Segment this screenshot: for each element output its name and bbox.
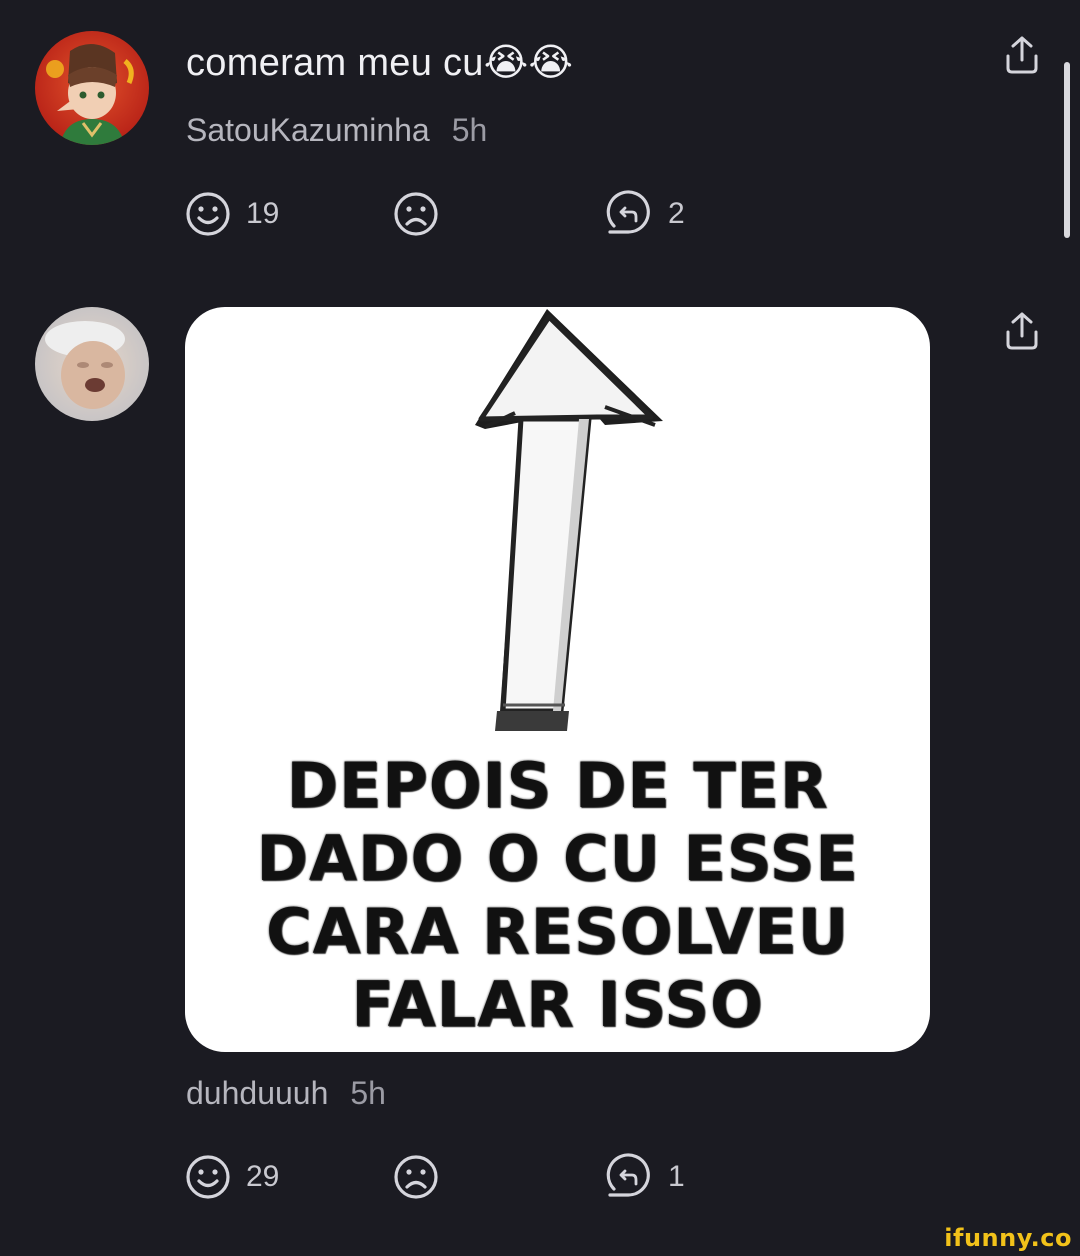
share-icon [1006,312,1038,350]
timestamp: 5h [350,1075,386,1111]
reply-icon [606,190,650,234]
frown-button[interactable] [392,1153,440,1201]
meme-caption-line: FALAR ISSO [351,968,764,1041]
meme-image[interactable]: DEPOIS DE TER DADO O CU ESSE CARA RESOLV… [185,307,930,1052]
frown-icon [394,192,438,236]
avatar-image [35,31,149,145]
comment-text-body: comeram meu cu [186,42,484,84]
smile-button[interactable]: 19 [184,190,279,238]
share-button[interactable] [1002,34,1042,78]
meme-caption-line: CARA RESOLVEU [266,895,849,968]
reply-count: 2 [668,197,685,230]
ifunny-watermark: ifunny.co [944,1224,1072,1252]
timestamp: 5h [451,112,488,148]
comment-meta: SatouKazuminha 5h [186,112,487,149]
frown-button[interactable] [392,190,440,238]
reply-button[interactable]: 2 [604,190,685,238]
smile-count: 19 [246,197,280,230]
avatar-image [35,307,149,421]
meme-caption-line: DADO O CU ESSE [256,822,859,895]
share-button[interactable] [1002,310,1042,354]
username[interactable]: SatouKazuminha [186,112,430,148]
avatar[interactable] [35,307,149,421]
frown-icon [394,1155,438,1199]
meme-caption: DEPOIS DE TER DADO O CU ESSE CARA RESOLV… [185,749,930,1041]
smile-icon [186,1155,230,1199]
crying-emoji: 😭😭 [483,42,574,84]
comment-actions: 29 1 [184,1153,744,1201]
share-icon [1006,36,1038,74]
smile-button[interactable]: 29 [184,1153,279,1201]
smile-count: 29 [246,1160,280,1193]
username[interactable]: duhduuuh [186,1075,328,1111]
comment-text: comeram meu cu😭😭 [186,40,573,85]
reply-icon [606,1153,650,1197]
scrollbar[interactable] [1064,62,1070,238]
meme-caption-line: DEPOIS DE TER [286,749,829,822]
smile-icon [186,192,230,236]
avatar[interactable] [35,31,149,145]
reply-count: 1 [668,1160,685,1193]
comment-meta: duhduuuh 5h [186,1075,386,1112]
reply-button[interactable]: 1 [604,1153,685,1201]
comment-actions: 19 2 [184,190,744,238]
